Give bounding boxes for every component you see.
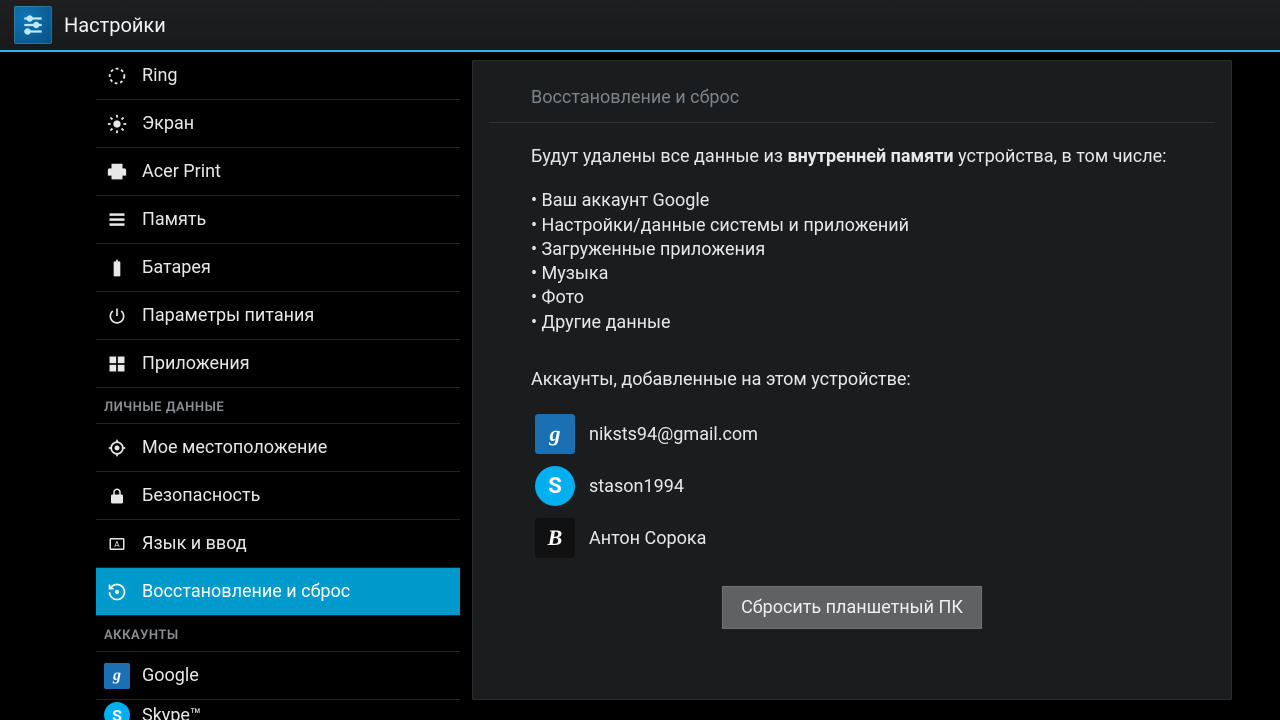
ring-icon xyxy=(104,63,130,89)
panel-title: Восстановление и сброс xyxy=(531,87,1173,108)
sidebar-item-label: Параметры питания xyxy=(142,305,314,326)
vk-icon: B xyxy=(535,518,575,558)
bullet-item: Загруженные приложения xyxy=(531,238,1173,262)
account-name: niksts94@gmail.com xyxy=(589,424,758,445)
location-icon xyxy=(104,435,130,461)
desc-bold: внутренней памяти xyxy=(787,146,953,167)
power-icon xyxy=(104,303,130,329)
account-name: Антон Сорока xyxy=(589,528,706,549)
sidebar-item-location[interactable]: Мое местоположение xyxy=(96,424,460,472)
svg-text:A: A xyxy=(114,540,120,550)
reset-description: Будут удалены все данные из внутренней п… xyxy=(531,145,1173,169)
restore-icon xyxy=(104,579,130,605)
lock-icon xyxy=(104,483,130,509)
brightness-icon xyxy=(104,111,130,137)
sidebar-item-label: Экран xyxy=(142,113,194,134)
sidebar-item-storage[interactable]: Память xyxy=(96,196,460,244)
sidebar-item-label: Acer Print xyxy=(142,161,221,182)
sidebar-item-skype-account[interactable]: S Skype™ xyxy=(96,700,460,720)
sidebar-item-backup-reset[interactable]: Восстановление и сброс xyxy=(96,568,460,616)
bullet-item: Настройки/данные системы и приложений xyxy=(531,214,1173,238)
sidebar-item-ring[interactable]: Ring xyxy=(96,52,460,100)
sidebar-item-label: Батарея xyxy=(142,257,211,278)
sidebar-item-label: Восстановление и сброс xyxy=(142,581,350,602)
bullet-item: Музыка xyxy=(531,262,1173,286)
sidebar-item-battery[interactable]: Батарея xyxy=(96,244,460,292)
reset-tablet-button[interactable]: Сбросить планшетный ПК xyxy=(722,586,982,629)
sidebar-item-label: Приложения xyxy=(142,353,250,374)
sidebar-item-label: Язык и ввод xyxy=(142,533,247,554)
sidebar-item-google-account[interactable]: g Google xyxy=(96,652,460,700)
sidebar-item-label: Skype™ xyxy=(142,705,201,720)
settings-icon xyxy=(14,6,52,44)
apps-icon xyxy=(104,351,130,377)
account-name: stason1994 xyxy=(589,476,684,497)
desc-text: устройства, в том числе: xyxy=(954,146,1167,167)
sidebar-item-security[interactable]: Безопасность xyxy=(96,472,460,520)
bullet-item: Другие данные xyxy=(531,311,1173,335)
divider xyxy=(489,122,1215,123)
printer-icon xyxy=(104,159,130,185)
sidebar-item-power[interactable]: Параметры питания xyxy=(96,292,460,340)
sidebar-item-label: Мое местоположение xyxy=(142,437,327,458)
accounts-heading: Аккаунты, добавленные на этом устройстве… xyxy=(531,369,1173,390)
sidebar-header-personal: ЛИЧНЫЕ ДАННЫЕ xyxy=(96,388,460,424)
sidebar-item-label: Google xyxy=(142,665,199,686)
account-row: S stason1994 xyxy=(531,466,1173,506)
google-icon: g xyxy=(535,414,575,454)
sidebar-item-acer-print[interactable]: Acer Print xyxy=(96,148,460,196)
sidebar-header-accounts: АККАУНТЫ xyxy=(96,616,460,652)
battery-icon xyxy=(104,255,130,281)
sidebar-item-language[interactable]: A Язык и ввод xyxy=(96,520,460,568)
page-title: Настройки xyxy=(64,13,166,37)
desc-text: Будут удалены все данные из xyxy=(531,146,787,167)
bullet-item: Фото xyxy=(531,286,1173,310)
account-row: g niksts94@gmail.com xyxy=(531,414,1173,454)
google-icon: g xyxy=(104,663,130,689)
main-panel: Восстановление и сброс Будут удалены все… xyxy=(472,60,1232,700)
sidebar-item-display[interactable]: Экран xyxy=(96,100,460,148)
settings-sidebar: Ring Экран Acer Print Память Батарея xyxy=(0,52,460,720)
action-bar: Настройки xyxy=(0,0,1280,52)
language-icon: A xyxy=(104,531,130,557)
sidebar-item-label: Ring xyxy=(142,65,178,86)
storage-icon xyxy=(104,207,130,233)
sidebar-item-label: Безопасность xyxy=(142,485,260,506)
skype-icon: S xyxy=(104,702,130,720)
bullet-item: Ваш аккаунт Google xyxy=(531,189,1173,213)
account-row: B Антон Сорока xyxy=(531,518,1173,558)
sidebar-item-apps[interactable]: Приложения xyxy=(96,340,460,388)
skype-icon: S xyxy=(535,466,575,506)
reset-bullet-list: Ваш аккаунт Google Настройки/данные сист… xyxy=(531,189,1173,335)
sidebar-item-label: Память xyxy=(142,209,206,230)
